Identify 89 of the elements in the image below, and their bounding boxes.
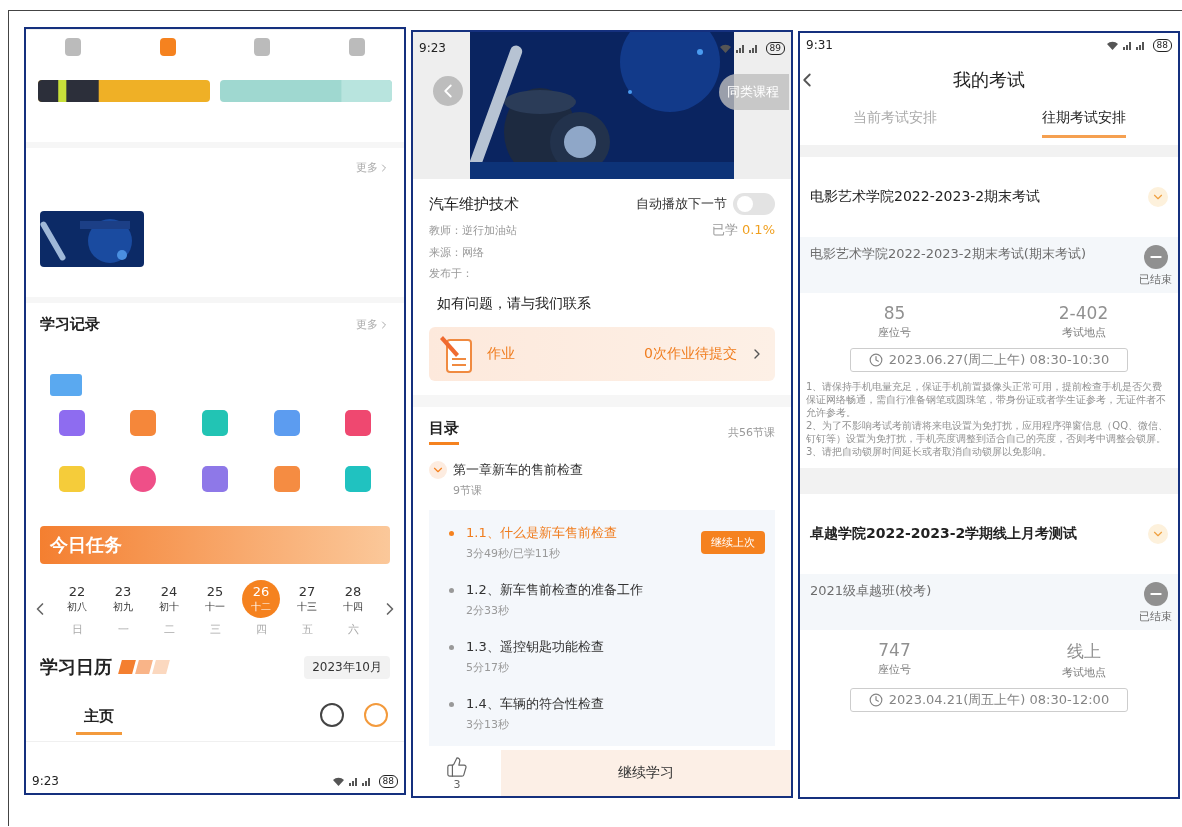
nav-tab-icon[interactable]	[65, 38, 82, 56]
calendar-day[interactable]: 23 初九	[104, 580, 142, 618]
exam-time: 2023.04.21(周五上午) 08:30-12:00	[888, 691, 1110, 709]
nav-tab-icon[interactable]	[159, 38, 176, 56]
location-label: 考试地点	[1061, 665, 1106, 680]
battery-level: 88	[378, 774, 398, 788]
page-title: 我的考试	[953, 68, 1025, 92]
exam-group-title: 卓越学院2022-2023-2学期线上月考测试	[810, 525, 1078, 543]
header-tab[interactable]: 主页	[76, 695, 122, 735]
feature-icon[interactable]	[130, 410, 157, 436]
status-time: 9:31	[806, 38, 833, 52]
catalog-title: 目录	[429, 419, 459, 445]
weekday-label: 六	[347, 622, 359, 637]
lesson-title[interactable]: 1.2、新车售前检查的准备工作	[466, 581, 643, 599]
nav-tab-icon[interactable]	[348, 38, 365, 56]
homework-status: 0次作业待提交	[644, 345, 737, 363]
document-icon	[439, 334, 475, 374]
feature-icon[interactable]	[130, 466, 157, 492]
calendar-day[interactable]: 22 初八	[58, 580, 96, 618]
expand-icon[interactable]	[1148, 187, 1168, 207]
section-title: 学习记录	[40, 315, 100, 334]
feature-icon[interactable]	[345, 410, 372, 436]
stripes-icon	[120, 660, 168, 674]
weekday-label: 四	[255, 622, 267, 637]
feature-icon[interactable]	[58, 410, 85, 436]
lesson-duration: 3分49秒/已学11秒	[466, 546, 561, 561]
course-title: 汽车维护技术	[429, 194, 519, 214]
published-label: 发布于：	[429, 266, 474, 281]
weekday-label: 二	[163, 622, 175, 637]
calendar-title: 学习日历	[40, 655, 112, 679]
lesson-duration: 2分33秒	[466, 603, 510, 618]
seat-number: 85	[883, 303, 906, 323]
status-label: 已结束	[1139, 609, 1172, 624]
expand-icon[interactable]	[1148, 524, 1168, 544]
month-label: 2023年10月	[304, 655, 390, 679]
calendar-day[interactable]: 24 初十	[150, 580, 188, 618]
like-icon[interactable]	[446, 755, 468, 778]
feature-icon[interactable]	[202, 466, 228, 492]
nav-tab-icon[interactable]	[254, 38, 271, 56]
chapter-count: 9节课	[453, 483, 483, 498]
like-count: 3	[453, 777, 461, 791]
battery-level: 88	[1152, 38, 1172, 52]
feature-icon[interactable]	[273, 410, 300, 436]
exam-time: 2023.06.27(周二上午) 08:30-10:30	[888, 351, 1110, 369]
calendar-day[interactable]: 25 十一	[196, 580, 234, 618]
lesson-duration: 5分17秒	[466, 660, 510, 675]
exam-group-title: 电影艺术学院2022-2023-2期末考试	[810, 188, 1041, 206]
status-label: 已结束	[1139, 272, 1172, 287]
teacher-label: 教师：逆行加油站	[429, 222, 517, 238]
seat-label: 座位号	[878, 325, 911, 340]
lesson-count: 共56节课	[728, 424, 775, 440]
homework-label: 作业	[487, 345, 515, 363]
calendar-day[interactable]: 28 十四	[334, 580, 372, 618]
weekday-label: 一	[117, 622, 129, 637]
continue-button[interactable]: 继续学习	[501, 750, 791, 796]
location-label: 考试地点	[1061, 325, 1106, 340]
ended-icon	[1143, 582, 1168, 606]
autoplay-label: 自动播放下一节	[636, 195, 727, 213]
exam-location: 2-402	[1058, 303, 1109, 323]
weekday-label: 五	[301, 622, 313, 637]
exam-tab[interactable]: 往期考试安排	[1041, 109, 1126, 138]
lesson-title[interactable]: 1.4、车辆的符合性检查	[466, 695, 604, 713]
autoplay-toggle[interactable]	[733, 193, 775, 215]
feature-icon[interactable]	[345, 466, 372, 492]
status-time: 9:23	[419, 41, 446, 55]
collapse-icon[interactable]	[429, 461, 447, 479]
progress-value: 0.1%	[741, 222, 775, 237]
progress-label: 已学	[711, 222, 738, 237]
calendar-day[interactable]: 27 十三	[288, 580, 326, 618]
feature-icon[interactable]	[58, 466, 85, 492]
exam-name: 2021级卓越班(校考)	[810, 582, 932, 600]
exam-notes: 1、请保持手机电量充足，保证手机前置摄像头正常可用，提前检查手机是否欠费保证网络畅通，需自行准备钢笔或圆珠笔，带身份证或者学生证参考，无证件者不允许参考。 2、为了不影响考试考前请将来电设置为免打扰，应用程序弹窗信息（QQ、微信、钉钉等）设置为免打扰，手机亮度调整到适合自己的亮度，否则考中调整会锁屏。 3、请把自动锁屏时间延长或者取消自动锁屏以免影响。	[805, 380, 1170, 459]
feature-icon[interactable]	[202, 410, 228, 436]
exam-name: 电影艺术学院2022-2023-2期末考试(期末考试)	[810, 245, 1086, 263]
notice-text: 如有问题，请与我们联系	[436, 294, 592, 313]
chapter-title: 第一章新车的售前检查	[453, 461, 583, 479]
clock-icon	[868, 353, 883, 367]
source-label: 来源：网络	[429, 245, 485, 260]
status-time: 9:23	[32, 774, 59, 788]
weekday-label: 日	[71, 622, 83, 637]
ended-icon	[1143, 245, 1168, 269]
seat-label: 座位号	[878, 662, 911, 677]
lesson-title[interactable]: 1.3、遥控钥匙功能检查	[466, 638, 604, 656]
feature-icon[interactable]	[273, 466, 300, 492]
lesson-duration: 3分13秒	[466, 717, 510, 732]
exam-location: 线上	[1066, 640, 1101, 663]
seat-number: 747	[878, 640, 911, 660]
battery-level: 89	[765, 41, 785, 55]
clock-icon	[868, 693, 883, 707]
